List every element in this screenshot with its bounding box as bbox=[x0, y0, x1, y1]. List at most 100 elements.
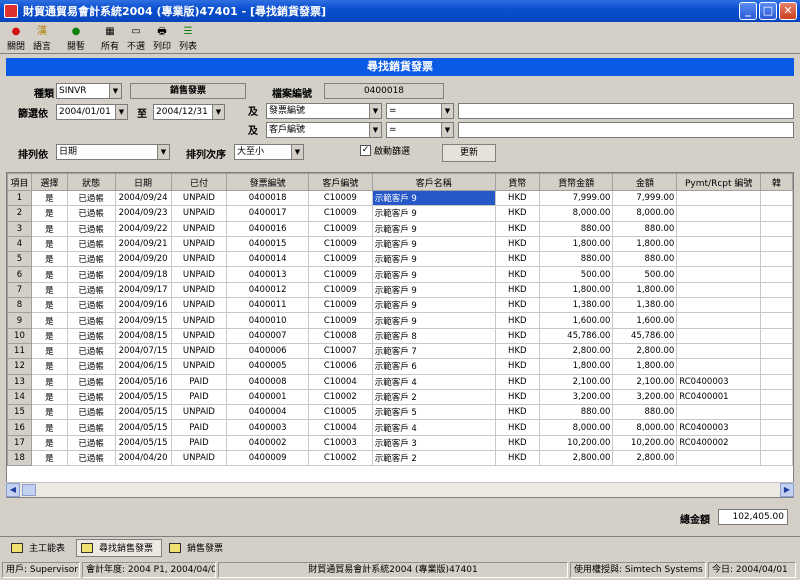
sort-order-select[interactable]: 大至小 ▼ bbox=[234, 144, 304, 160]
tab-find-invoice[interactable]: 尋找銷售發票 bbox=[76, 538, 163, 557]
date-to-select[interactable]: 2004/12/31 ▼ bbox=[153, 104, 225, 120]
scroll-right-icon[interactable]: ▶ bbox=[780, 483, 794, 497]
column-header[interactable]: 項目 bbox=[7, 173, 32, 191]
column-header[interactable]: 韓 bbox=[760, 173, 793, 191]
table-cell: 已過帳 bbox=[66, 205, 116, 222]
table-cell: 0400006 bbox=[226, 342, 309, 360]
filter-value-1-input[interactable] bbox=[458, 103, 794, 119]
table-cell: 2004/09/16 bbox=[114, 297, 172, 314]
scroll-thumb[interactable] bbox=[22, 484, 36, 496]
column-header[interactable]: 日期 bbox=[114, 173, 172, 191]
table-row[interactable]: 4 是已過帳 2004/09/21 UNPAID 0400015 C10009 示範客戶 9… bbox=[7, 235, 793, 253]
column-header[interactable]: 發票編號 bbox=[226, 173, 309, 191]
table-row[interactable]: 9 是已過帳 2004/09/15 UNPAID 0400010 C10009 示範客戶 9… bbox=[7, 312, 793, 329]
toolbar-print-button[interactable]: 🖶 列印 bbox=[150, 24, 174, 52]
date-from-select[interactable]: 2004/01/01 ▼ bbox=[56, 104, 128, 120]
toolbar-print-label: 列印 bbox=[152, 42, 171, 52]
table-cell: 500.00 bbox=[612, 266, 678, 283]
maximize-button[interactable]: □ bbox=[759, 2, 777, 20]
scroll-left-icon[interactable]: ◀ bbox=[6, 483, 20, 497]
column-header[interactable]: 已付 bbox=[170, 173, 228, 191]
table-row[interactable]: 17 是已過帳 2004/05/15 PAID 0400002 C10003 示範客戶 3H… bbox=[7, 434, 793, 452]
table-cell bbox=[676, 220, 762, 237]
type-select[interactable]: SINVR ▼ bbox=[56, 83, 122, 99]
table-row[interactable]: 15 是已過帳 2004/05/15 UNPAID 0400004 C10005 示範客戶 … bbox=[7, 404, 793, 421]
table-cell: 已過帳 bbox=[66, 404, 116, 421]
column-header[interactable]: 金額 bbox=[612, 173, 678, 191]
table-cell: 是 bbox=[30, 220, 68, 237]
filter-op-1-select[interactable]: = ▼ bbox=[386, 103, 454, 119]
table-row[interactable]: 10 是已過帳 2004/08/15 UNPAID 0400007 C10008 示範客戶 … bbox=[7, 327, 793, 344]
refresh-button[interactable]: 更新 bbox=[442, 144, 496, 162]
enable-filter-checkbox[interactable]: ✓ 啟動篩選 bbox=[360, 144, 410, 157]
table-cell bbox=[760, 358, 793, 375]
tab-main-menu-label: 主工能表 bbox=[29, 544, 66, 554]
column-header[interactable]: Pymt/Rcpt 編號 bbox=[676, 173, 762, 191]
toolbar-pause-button[interactable]: ● 閱暫 bbox=[64, 24, 88, 52]
table-row[interactable]: 5 是已過帳 2004/09/20 UNPAID 0400014 C10009 示範客戶 9… bbox=[7, 251, 793, 268]
tab-main-menu[interactable]: 主工能表 bbox=[6, 539, 74, 557]
table-cell bbox=[760, 281, 793, 299]
invoice-grid: 項目 選擇 狀態 日期 已付 發票編號 客戶編號 客戶名稱 貨幣 貨幣金額 金額 Pymt/Rcpt … bbox=[6, 172, 794, 498]
table-cell: PAID bbox=[170, 388, 228, 406]
table-row[interactable]: 11 是已過帳 2004/07/15 UNPAID 0400006 C10007 示範客戶 … bbox=[7, 342, 793, 360]
tab-sales-invoice[interactable]: 銷售發票 bbox=[164, 539, 232, 557]
form-banner: 尋找銷貨發票 bbox=[6, 58, 794, 76]
table-row[interactable]: 3 是已過帳 2004/09/22 UNPAID 0400016 C10009 示範客戶 9… bbox=[7, 220, 793, 237]
table-cell: 8,000.00 bbox=[612, 419, 678, 436]
column-header[interactable]: 客戶編號 bbox=[307, 173, 373, 191]
table-cell: 示範客戶 9 bbox=[371, 297, 496, 314]
to-label: 至 bbox=[137, 109, 147, 120]
table-cell bbox=[760, 404, 793, 421]
toolbar-close-label: 關閉 bbox=[6, 42, 25, 52]
table-row[interactable]: 6 是已過帳 2004/09/18 UNPAID 0400013 C10009 示範客戶 9… bbox=[7, 266, 793, 283]
table-cell bbox=[760, 312, 793, 329]
toolbar-deselect-button[interactable]: ▭ 不選 bbox=[124, 24, 148, 52]
table-cell: HKD bbox=[494, 450, 540, 467]
table-cell: 2004/05/16 bbox=[114, 373, 172, 390]
table-cell: 500.00 bbox=[538, 266, 614, 283]
table-row[interactable]: 14 是已過帳 2004/05/15 PAID 0400001 C10002 示範客戶 2H… bbox=[7, 388, 793, 406]
toolbar-language-button[interactable]: 漢 語言 bbox=[30, 24, 54, 52]
table-row[interactable]: 16 是已過帳 2004/05/15 PAID 0400003 C10004 示範客戶 4H… bbox=[7, 419, 793, 436]
table-cell: 2004/08/15 bbox=[114, 327, 172, 344]
table-cell: UNPAID bbox=[170, 358, 228, 375]
toolbar-close-button[interactable]: ● 關閉 bbox=[4, 24, 28, 52]
column-header[interactable]: 客戶名稱 bbox=[371, 173, 496, 191]
column-header[interactable]: 選擇 bbox=[30, 173, 68, 191]
table-row[interactable]: 2 是已過帳 2004/09/23 UNPAID 0400017 C10009 示範客戶 9… bbox=[7, 205, 793, 222]
toolbar-select-all-button[interactable]: ▦ 所有 bbox=[98, 24, 122, 52]
sort-by-select[interactable]: 日期 ▼ bbox=[56, 144, 170, 160]
table-cell: RC0400003 bbox=[676, 419, 762, 436]
minimize-button[interactable]: _ bbox=[739, 2, 757, 20]
toolbar-list-button[interactable]: ☰ 列表 bbox=[176, 24, 200, 52]
status-bar: 用戶: Supervisor 會計年度: 2004 P1, 2004/04/01… bbox=[0, 560, 800, 580]
table-row[interactable]: 7 是已過帳 2004/09/17 UNPAID 0400012 C10009 示範客戶 9… bbox=[7, 281, 793, 299]
table-row[interactable]: 13 是已過帳 2004/05/16 PAID 0400008 C10004 示範客戶 4H… bbox=[7, 373, 793, 390]
table-cell: 1,800.00 bbox=[538, 235, 614, 253]
filter-op-2-select[interactable]: = ▼ bbox=[386, 122, 454, 138]
table-row[interactable]: 12 是已過帳 2004/06/15 UNPAID 0400005 C10006 示範客戶 … bbox=[7, 358, 793, 375]
filter-field-2-select[interactable]: 客戶編號 ▼ bbox=[266, 122, 382, 138]
table-cell: 2,100.00 bbox=[612, 373, 678, 390]
column-header[interactable]: 貨幣金額 bbox=[538, 173, 614, 191]
table-cell: 0400018 bbox=[226, 189, 309, 207]
horizontal-scrollbar[interactable]: ◀ ▶ bbox=[6, 482, 794, 497]
filter-field-1-select[interactable]: 發票編號 ▼ bbox=[266, 103, 382, 119]
table-cell bbox=[760, 434, 793, 452]
filter-value-2-input[interactable] bbox=[458, 122, 794, 138]
table-cell: 已過帳 bbox=[66, 235, 116, 253]
table-cell: 880.00 bbox=[612, 251, 678, 268]
table-cell: C10006 bbox=[307, 358, 373, 375]
close-window-button[interactable]: ✕ bbox=[779, 2, 797, 20]
column-header[interactable]: 貨幣 bbox=[494, 173, 540, 191]
column-header[interactable]: 狀態 bbox=[66, 173, 116, 191]
table-cell: 9 bbox=[7, 312, 32, 329]
table-cell: 2004/05/15 bbox=[114, 388, 172, 406]
table-cell: 已過帳 bbox=[66, 312, 116, 329]
table-cell: PAID bbox=[170, 419, 228, 436]
table-row[interactable]: 8 是已過帳 2004/09/16 UNPAID 0400011 C10009 示範客戶 9… bbox=[7, 297, 793, 314]
table-row[interactable]: 1 是已過帳 2004/09/24 UNPAID 0400018 C10009 示範客戶 9… bbox=[7, 189, 793, 207]
table-row[interactable]: 18 是已過帳 2004/04/20 UNPAID 0400009 C10002 示範客戶 … bbox=[7, 450, 793, 467]
table-cell: 2004/05/15 bbox=[114, 434, 172, 452]
